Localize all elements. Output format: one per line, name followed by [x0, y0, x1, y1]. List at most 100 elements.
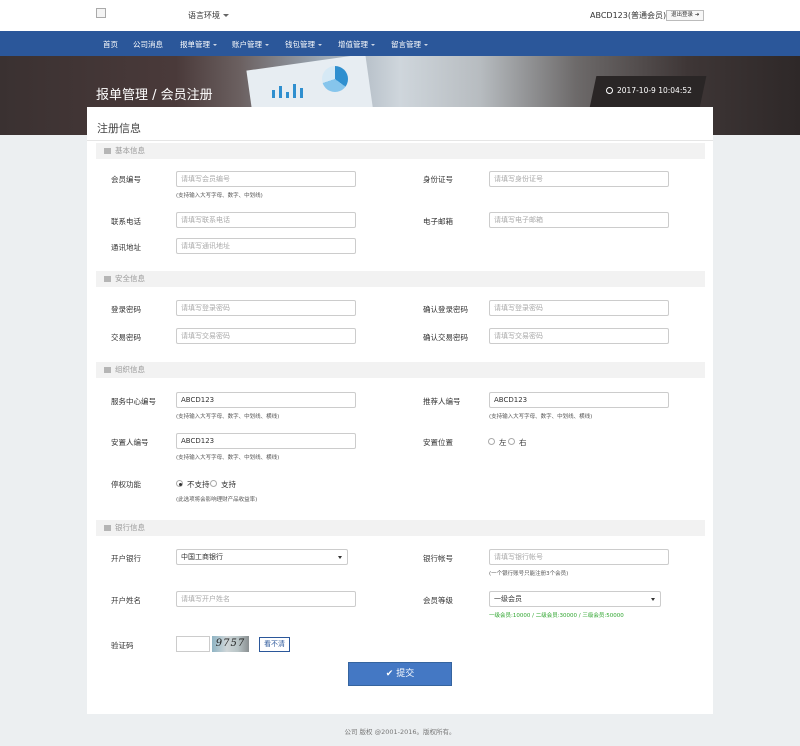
position-left-radio[interactable]: [488, 438, 495, 445]
captcha-input[interactable]: [176, 636, 210, 652]
position-right-label: 右: [519, 438, 527, 447]
member-level-hint: 一级会员:10000 / 二级会员:30000 / 三级会员:50000: [489, 613, 624, 619]
user-icon: [104, 148, 111, 154]
nav-item-label: 公司消息: [133, 40, 163, 49]
suspend-label: 停权功能: [111, 480, 141, 489]
chevron-down-icon: [318, 44, 322, 46]
nav-item-home[interactable]: 首页: [103, 39, 118, 50]
captcha-refresh-button[interactable]: 看不清: [259, 637, 290, 652]
member-level-select[interactable]: 一级会员: [489, 591, 661, 607]
member-level-value: 一级会员: [494, 595, 522, 603]
confirm-trade-password-input[interactable]: 请填写交易密码: [489, 328, 669, 344]
nav-item-label: 留言管理: [391, 40, 421, 49]
chevron-down-icon: [424, 44, 428, 46]
logout-button[interactable]: 退出登录 ➜: [666, 10, 705, 21]
address-label: 通讯地址: [111, 243, 141, 252]
nav-item-accounts[interactable]: 账户管理: [232, 39, 269, 50]
main-nav: 首页 公司消息 报单管理 账户管理 钱包管理 增值管理 留言管理: [0, 31, 800, 56]
chevron-down-icon: [213, 44, 217, 46]
placement-label: 安置人编号: [111, 438, 149, 447]
section-title: 安全信息: [115, 274, 145, 283]
section-title: 基本信息: [115, 146, 145, 155]
nav-item-news[interactable]: 公司消息: [133, 39, 163, 50]
phone-label: 联系电话: [111, 217, 141, 226]
nav-item-label: 钱包管理: [285, 40, 315, 49]
placement-hint: (支持输入大写字母、数字、中划线、横线): [176, 455, 280, 461]
confirm-login-password-input[interactable]: 请填写登录密码: [489, 300, 669, 316]
confirm-trade-password-label: 确认交易密码: [423, 333, 468, 342]
comment-icon: [104, 276, 111, 282]
position-right-radio[interactable]: [508, 438, 515, 445]
section-header-org: 组织信息: [96, 362, 705, 378]
bank-select-value: 中国工商银行: [181, 553, 223, 561]
footer-copyright: 公司 版权 @2001-2016。版权所有。: [344, 728, 456, 736]
form-title: 注册信息: [97, 122, 141, 135]
nav-item-wallet[interactable]: 钱包管理: [285, 39, 322, 50]
language-selector[interactable]: 语言环境: [188, 10, 229, 21]
login-password-input[interactable]: 请填写登录密码: [176, 300, 356, 316]
placement-input[interactable]: ABCD123: [176, 433, 356, 449]
service-center-input[interactable]: ABCD123: [176, 392, 356, 408]
section-header-security: 安全信息: [96, 271, 705, 287]
logo-image[interactable]: [96, 8, 106, 18]
phone-input[interactable]: 请填写联系电话: [176, 212, 356, 228]
nav-item-messages[interactable]: 留言管理: [391, 39, 428, 50]
account-name-label: 开户姓名: [111, 596, 141, 605]
bank-account-label: 银行帐号: [423, 554, 453, 563]
captcha-label: 验证码: [111, 641, 134, 650]
caret-down-icon: [338, 556, 342, 559]
section-title: 银行信息: [115, 523, 145, 532]
lock-icon: [104, 525, 111, 531]
nav-item-orders[interactable]: 报单管理: [180, 39, 217, 50]
chevron-down-icon: [265, 44, 269, 46]
email-input[interactable]: 请填写电子邮箱: [489, 212, 669, 228]
referrer-hint: (支持输入大写字母、数字、中划线、横线): [489, 414, 593, 420]
section-title: 组织信息: [115, 365, 145, 374]
caret-down-icon: [651, 598, 655, 601]
confirm-login-password-label: 确认登录密码: [423, 305, 468, 314]
banner-chart-decoration: [272, 84, 307, 98]
nav-item-label: 首页: [103, 40, 118, 49]
referrer-input[interactable]: ABCD123: [489, 392, 669, 408]
id-card-label: 身份证号: [423, 175, 453, 184]
referrer-label: 推荐人编号: [423, 397, 461, 406]
page-title: 报单管理 / 会员注册: [96, 88, 213, 103]
member-no-hint: (支持输入大写字母、数字、中划线): [176, 193, 263, 199]
member-level-label: 会员等级: [423, 596, 453, 605]
submit-button[interactable]: ✔ 提交: [348, 662, 452, 686]
id-card-input[interactable]: 请填写身份证号: [489, 171, 669, 187]
position-label: 安置位置: [423, 438, 453, 447]
section-header-basic: 基本信息: [96, 143, 705, 159]
trade-password-input[interactable]: 请填写交易密码: [176, 328, 356, 344]
chevron-down-icon: [223, 14, 229, 17]
bank-account-hint: (一个银行账号只能注册3个会员): [489, 571, 569, 577]
member-no-label: 会员编号: [111, 175, 141, 184]
account-name-input[interactable]: 请填写开户姓名: [176, 591, 356, 607]
pencil-icon: [104, 367, 111, 373]
banner-pie-decoration: [322, 66, 348, 92]
email-label: 电子邮箱: [423, 217, 453, 226]
section-header-bank: 银行信息: [96, 520, 705, 536]
top-bar: 语言环境 ABCD123(普通会员) 退出登录 ➜: [0, 0, 800, 31]
suspend-no-label: 不支持: [187, 480, 210, 489]
bank-account-input[interactable]: 请填写银行帐号: [489, 549, 669, 565]
suspend-hint: (此选项将会影响理财产品收益率): [176, 497, 258, 503]
datetime-text: 2017-10-9 10:04:52: [617, 86, 692, 95]
suspend-no-radio[interactable]: [176, 480, 183, 487]
datetime-display: 2017-10-9 10:04:52: [606, 86, 692, 95]
login-password-label: 登录密码: [111, 305, 141, 314]
captcha-image[interactable]: 9757: [212, 636, 249, 652]
divider: [87, 140, 713, 141]
bank-select[interactable]: 中国工商银行: [176, 549, 348, 565]
registration-form: 注册信息 基本信息 会员编号 请填写会员编号 (支持输入大写字母、数字、中划线)…: [87, 107, 713, 714]
member-no-input[interactable]: 请填写会员编号: [176, 171, 356, 187]
suspend-yes-radio[interactable]: [210, 480, 217, 487]
nav-item-label: 增值管理: [338, 40, 368, 49]
nav-item-value-added[interactable]: 增值管理: [338, 39, 375, 50]
chevron-down-icon: [371, 44, 375, 46]
user-info: ABCD123(普通会员): [590, 11, 667, 20]
suspend-yes-label: 支持: [221, 480, 236, 489]
address-input[interactable]: 请填写通讯地址: [176, 238, 356, 254]
service-center-label: 服务中心编号: [111, 397, 156, 406]
nav-item-label: 报单管理: [180, 40, 210, 49]
